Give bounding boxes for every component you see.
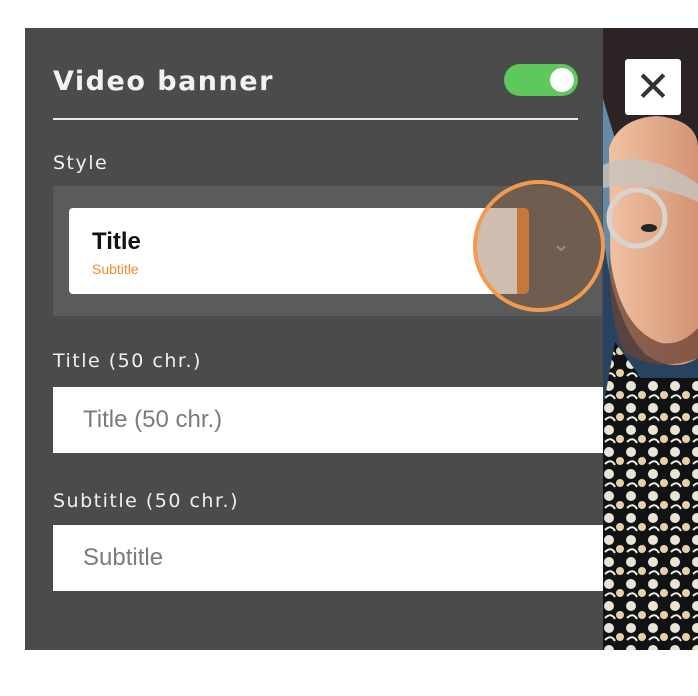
title-field-label: Title (50 chr.) [53,350,202,372]
style-select[interactable]: Title Subtitle [69,208,517,294]
style-label: Style [53,152,109,174]
video-banner-panel: Video banner Style Title Subtitle ⌄ Titl… [25,28,606,650]
highlight-ring [473,180,605,312]
subtitle-input[interactable] [53,525,606,591]
title-input[interactable] [53,387,606,453]
selected-style-subtitle: Subtitle [92,261,139,277]
person-video-frame [603,28,698,650]
subtitle-field-label: Subtitle (50 chr.) [53,490,239,512]
video-banner-screen: Video banner Style Title Subtitle ⌄ Titl… [0,0,698,696]
panel-title: Video banner [53,66,274,97]
selected-style-title: Title [92,228,141,255]
close-icon: ✕ [635,62,671,111]
close-button[interactable]: ✕ [625,59,681,115]
panel-header: Video banner [53,60,578,120]
toggle-knob [550,68,574,92]
video-banner-toggle[interactable] [504,64,578,96]
video-preview [603,28,698,650]
